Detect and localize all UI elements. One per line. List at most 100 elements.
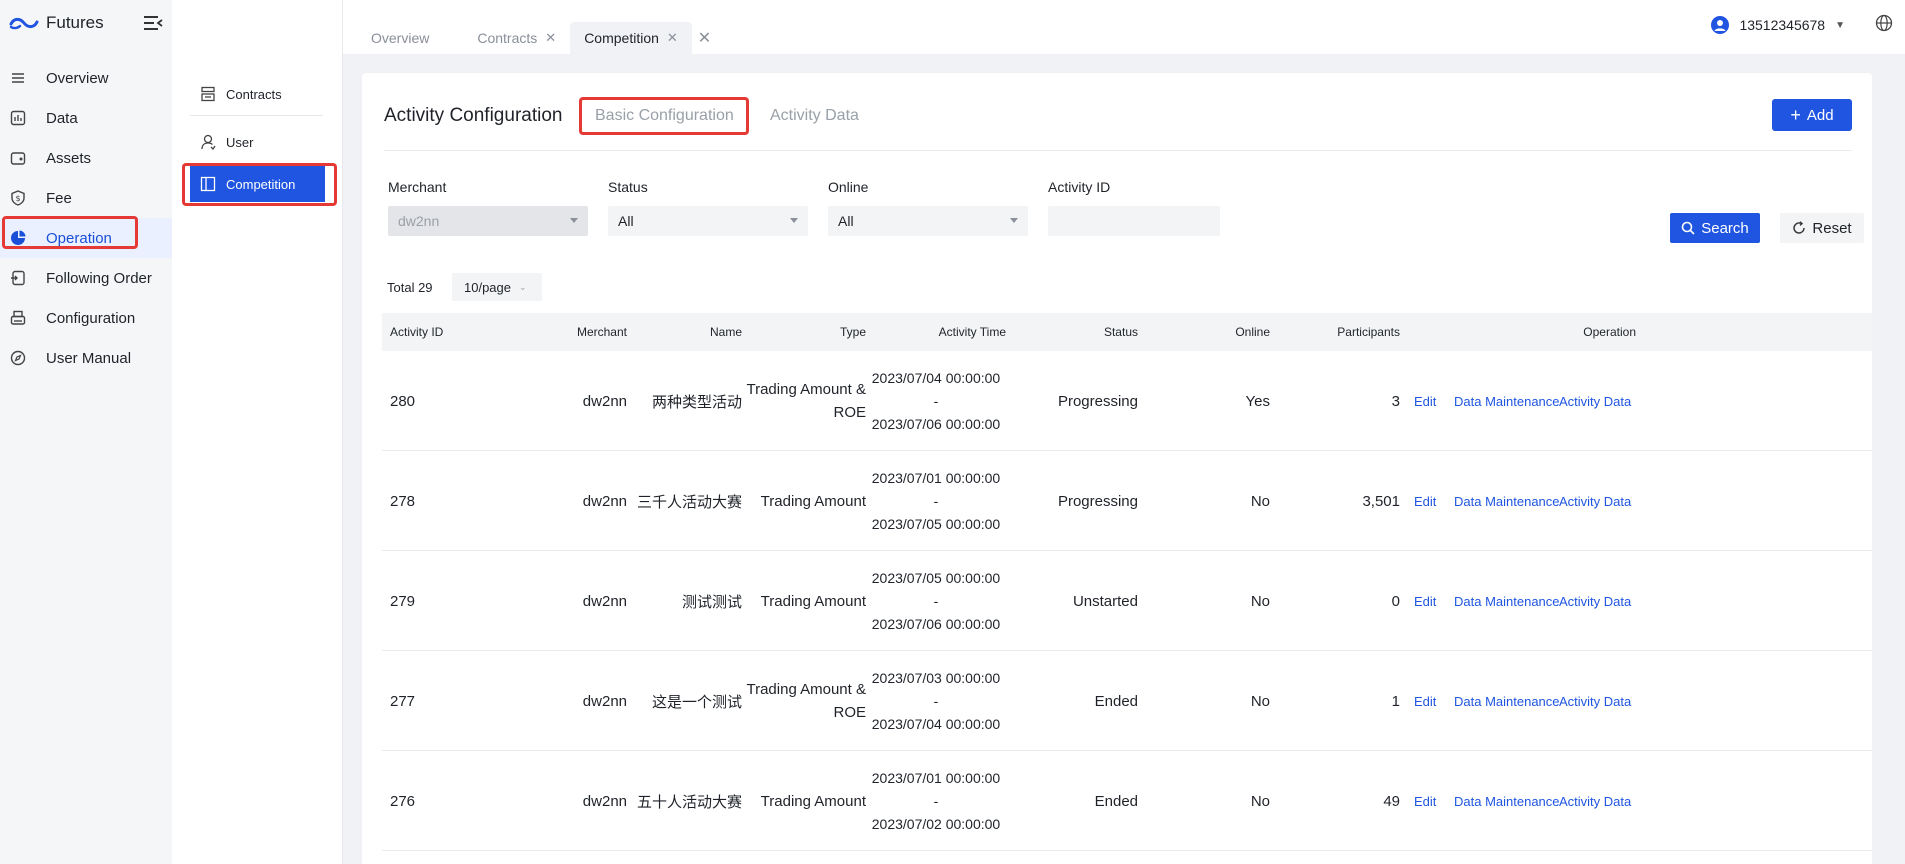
cell-time-start: 2023/07/04 00:00:00 [871, 369, 1001, 386]
cell-type-line2: ROE [833, 404, 866, 421]
username: 13512345678 [1739, 17, 1826, 33]
cell-time-start: 2023/07/03 00:00:00 [871, 669, 1001, 686]
sidebar-item-user-manual[interactable]: User Manual [0, 338, 172, 378]
tab-competition[interactable]: Competition ✕ [570, 22, 692, 54]
activity-data-link[interactable]: Activity Data [1559, 651, 1631, 751]
tab-activity-data[interactable]: Activity Data [770, 107, 859, 125]
cell-activity-id: 278 [390, 492, 416, 510]
table-row: 276 dw2nn 五十人活动大赛 Trading Amount 2023/07… [382, 751, 1872, 851]
chevron-down-icon [570, 218, 578, 223]
cell-activity-time: 2023/07/01 00:00:00 - 2023/07/05 00:00:0… [866, 451, 1006, 551]
sidebar-item-following-order[interactable]: Following Order [0, 258, 172, 298]
edit-link[interactable]: Edit [1414, 551, 1436, 651]
sidebar-item-configuration[interactable]: Configuration [0, 298, 172, 338]
column-header: Online [1235, 325, 1270, 339]
data-maintenance-link[interactable]: Data Maintenance [1454, 551, 1560, 651]
activity-data-link[interactable]: Activity Data [1559, 451, 1631, 551]
sidebar-item-fee[interactable]: $ Fee [0, 178, 172, 218]
brand-name: Futures [46, 13, 104, 32]
data-maintenance-link[interactable]: Data Maintenance [1454, 451, 1560, 551]
submenu-item-contracts[interactable]: Contracts [190, 76, 325, 112]
activity-data-link[interactable]: Activity Data [1559, 751, 1631, 851]
data-maintenance-link[interactable]: Data Maintenance [1454, 351, 1560, 451]
sidebar-item-label: Operation [46, 229, 112, 247]
reset-button[interactable]: Reset [1780, 213, 1864, 243]
edit-link[interactable]: Edit [1414, 651, 1436, 751]
table-header: Activity ID Merchant Name Type Activity … [382, 313, 1872, 351]
activity-data-link[interactable]: Activity Data [1559, 351, 1631, 451]
tab-basic-configuration[interactable]: Basic Configuration [595, 107, 734, 125]
edit-link[interactable]: Edit [1414, 751, 1436, 851]
cell-activity-time: 2023/07/04 00:00:00 - 2023/07/06 00:00:0… [866, 351, 1006, 451]
sidebar-item-label: Fee [46, 189, 72, 207]
cell-activity-time: 2023/07/03 00:00:00 - 2023/07/04 00:00:0… [866, 651, 1006, 751]
shield-dollar-icon: $ [10, 190, 26, 206]
submenu-item-user[interactable]: User [190, 124, 325, 160]
close-icon[interactable]: ✕ [667, 30, 678, 46]
status-select[interactable]: All [608, 206, 808, 236]
sidebar-item-label: Following Order [46, 269, 152, 287]
cell-name: 两种类型活动 [651, 393, 742, 411]
table-row: 278 dw2nn 三千人活动大赛 Trading Amount 2023/07… [382, 451, 1872, 551]
tab-label: Overview [371, 30, 430, 46]
data-maintenance-link[interactable]: Data Maintenance [1454, 651, 1560, 751]
edit-link[interactable]: Edit [1414, 351, 1436, 451]
cell-online: No [1250, 692, 1270, 710]
svg-text:$: $ [15, 194, 20, 203]
add-button[interactable]: + Add [1772, 99, 1852, 131]
sidebar-item-data[interactable]: Data [0, 98, 172, 138]
table-row: 279 dw2nn 测试测试 Trading Amount 2023/07/05… [382, 551, 1872, 651]
cell-time-end: 2023/07/05 00:00:00 [871, 515, 1001, 532]
data-maintenance-link[interactable]: Data Maintenance [1454, 751, 1560, 851]
column-header: Operation [1583, 325, 1636, 339]
close-all-tabs-icon[interactable]: ✕ [698, 22, 711, 54]
cell-name: 三千人活动大赛 [636, 493, 742, 511]
page-tabs: Overview Contracts ✕ Competition ✕ ✕ [343, 0, 711, 54]
status-label: Status [608, 179, 648, 195]
cell-type-line1: Trading Amount [760, 792, 866, 810]
cell-online: No [1250, 592, 1270, 610]
online-select[interactable]: All [828, 206, 1028, 236]
column-header: Merchant [576, 325, 627, 339]
merchant-select[interactable]: dw2nn [388, 206, 588, 236]
activity-id-input[interactable] [1048, 206, 1220, 236]
cell-type: Trading Amount [746, 551, 866, 651]
activity-data-link[interactable]: Activity Data [1559, 551, 1631, 651]
cell-time-separator: - [933, 792, 939, 809]
edit-link[interactable]: Edit [1414, 451, 1436, 551]
cell-time-separator: - [933, 392, 939, 409]
cell-participants: 0 [1391, 592, 1400, 610]
tab-overview[interactable]: Overview [357, 22, 443, 54]
cell-participants: 49 [1383, 792, 1400, 810]
cell-status: Ended [1094, 692, 1138, 710]
user-menu[interactable]: 13512345678 ▼ [1711, 12, 1845, 38]
sidebar-item-assets[interactable]: Assets [0, 138, 172, 178]
cell-participants: 1 [1391, 692, 1400, 710]
sidebar-item-overview[interactable]: Overview [0, 58, 172, 98]
cell-activity-time: 2023/07/01 00:00:00 - 2023/07/02 00:00:0… [866, 751, 1006, 851]
collapse-menu-icon[interactable] [142, 14, 164, 32]
cell-name: 这是一个测试 [651, 693, 742, 711]
submenu-item-competition[interactable]: Competition [190, 166, 325, 202]
online-label: Online [828, 179, 869, 195]
submenu-item-label: User [226, 134, 254, 150]
activity-table: Activity ID Merchant Name Type Activity … [382, 313, 1872, 851]
cell-time-end: 2023/07/06 00:00:00 [871, 415, 1001, 432]
sidebar-item-label: Overview [46, 69, 109, 87]
tab-label: Competition [584, 30, 659, 46]
chevron-down-icon: ▼ [1835, 19, 1845, 31]
search-button[interactable]: Search [1670, 213, 1760, 243]
table-row: 280 dw2nn 两种类型活动 Trading Amount & ROE 20… [382, 351, 1872, 451]
tab-contracts[interactable]: Contracts ✕ [463, 22, 570, 54]
total-count: Total 29 [387, 280, 433, 295]
close-icon[interactable]: ✕ [545, 30, 556, 46]
page-size-select[interactable]: 10/page ⌄ [452, 273, 542, 301]
column-header: Participants [1337, 325, 1400, 339]
add-button-label: Add [1806, 106, 1834, 124]
chart-icon [10, 110, 26, 126]
table-body: 280 dw2nn 两种类型活动 Trading Amount & ROE 20… [382, 351, 1872, 851]
globe-icon[interactable] [1875, 14, 1893, 32]
competition-icon [200, 176, 216, 192]
sidebar-item-operation[interactable]: Operation [0, 218, 172, 258]
chevron-down-icon: ⌄ [519, 281, 527, 292]
